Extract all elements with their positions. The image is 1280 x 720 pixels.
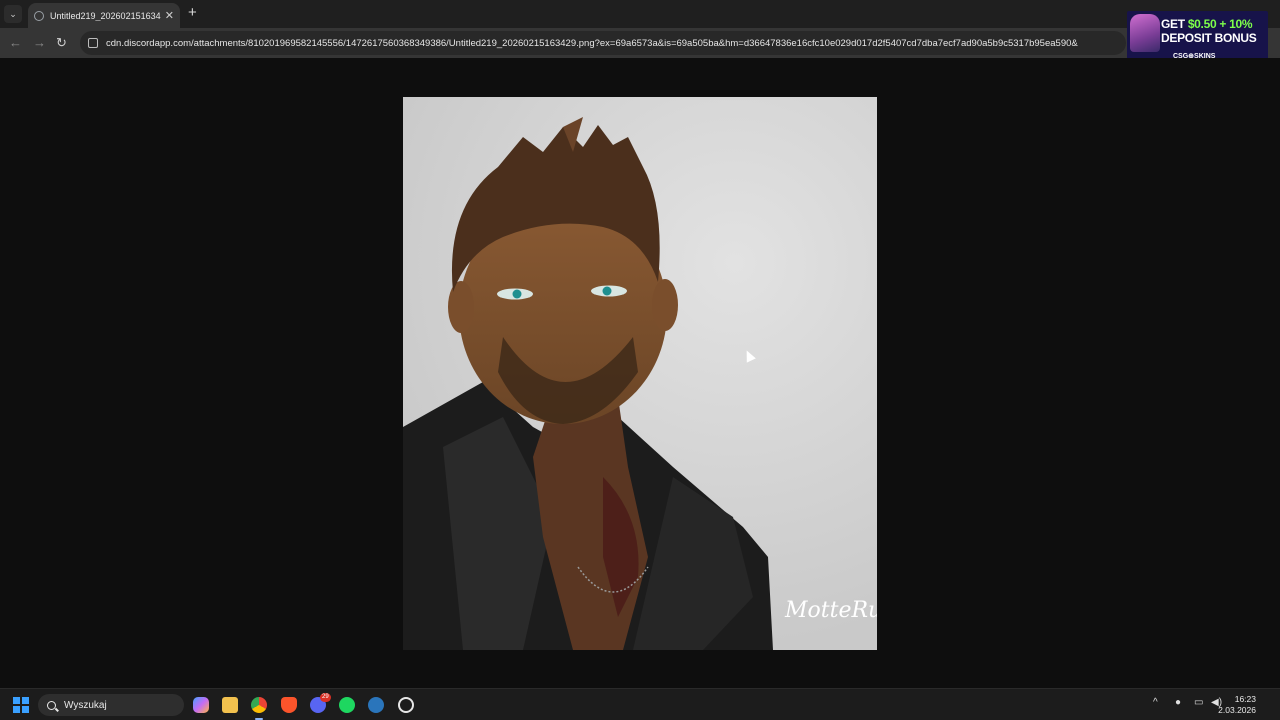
artist-signature: MotteRu [784,598,877,623]
active-tab[interactable]: Untitled219_20260215163429.p ✕ [28,3,180,28]
site-settings-icon[interactable] [88,38,98,48]
spotify-icon[interactable] [339,697,355,713]
search-label: Wyszukaj [64,699,107,711]
windows-start-icon[interactable] [13,697,29,713]
image-viewer: MotteRu [0,58,1280,688]
portrait-artwork[interactable]: MotteRu [403,97,877,650]
ad-bonus-amount: $0.50 + 10% [1187,17,1253,31]
search-icon [47,700,56,710]
file-explorer-icon[interactable] [222,697,238,713]
ad-headline: GET $0.50 + 10% [1161,17,1253,31]
steam-icon[interactable] [368,697,384,713]
taskbar-search[interactable]: Wyszukaj [38,694,184,716]
windows-taskbar: Wyszukaj 29 ^ ● ▭ ◀) 16:23 2.03.2026 [0,688,1280,720]
clock-time: 16:23 [1234,694,1256,704]
clock-date: 2.03.2026 [1218,705,1256,715]
address-bar[interactable]: cdn.discordapp.com/attachments/810201969… [80,31,1126,55]
tab-favicon-icon [34,10,44,21]
chrome-icon[interactable] [251,697,267,713]
forward-button[interactable]: → [33,34,46,52]
reload-button[interactable]: ↻ [56,34,67,52]
tab-title: Untitled219_20260215163429.p [50,10,161,21]
ad-subheadline: DEPOSIT BONUS [1161,31,1257,45]
ad-banner[interactable]: GET $0.50 + 10% DEPOSIT BONUS CSG⊕SKINS [1127,11,1268,62]
portrait-drawing: MotteRu [403,117,877,650]
tab-strip: ⌄ Untitled219_20260215163429.p ✕ + [0,0,1280,28]
ad-headline-prefix: GET [1161,17,1188,31]
network-icon[interactable]: ▭ [1194,697,1203,708]
system-clock[interactable]: 16:23 2.03.2026 [1218,694,1256,716]
brave-icon[interactable] [281,697,297,713]
url-text: cdn.discordapp.com/attachments/810201969… [106,37,1078,49]
back-button[interactable]: ← [9,34,22,52]
browser-toolbar: ← → ↻ cdn.discordapp.com/attachments/810… [0,28,1280,58]
tab-close-icon[interactable]: ✕ [165,9,174,22]
tray-overflow-icon[interactable]: ^ [1153,697,1158,708]
microphone-icon[interactable]: ● [1175,697,1181,708]
copilot-icon[interactable] [193,697,209,713]
chatgpt-icon[interactable] [398,697,414,713]
ad-character-image [1130,14,1160,52]
tab-search-dropdown[interactable]: ⌄ [4,5,22,23]
new-tab-button[interactable]: + [188,5,197,21]
discord-badge: 29 [320,693,331,702]
